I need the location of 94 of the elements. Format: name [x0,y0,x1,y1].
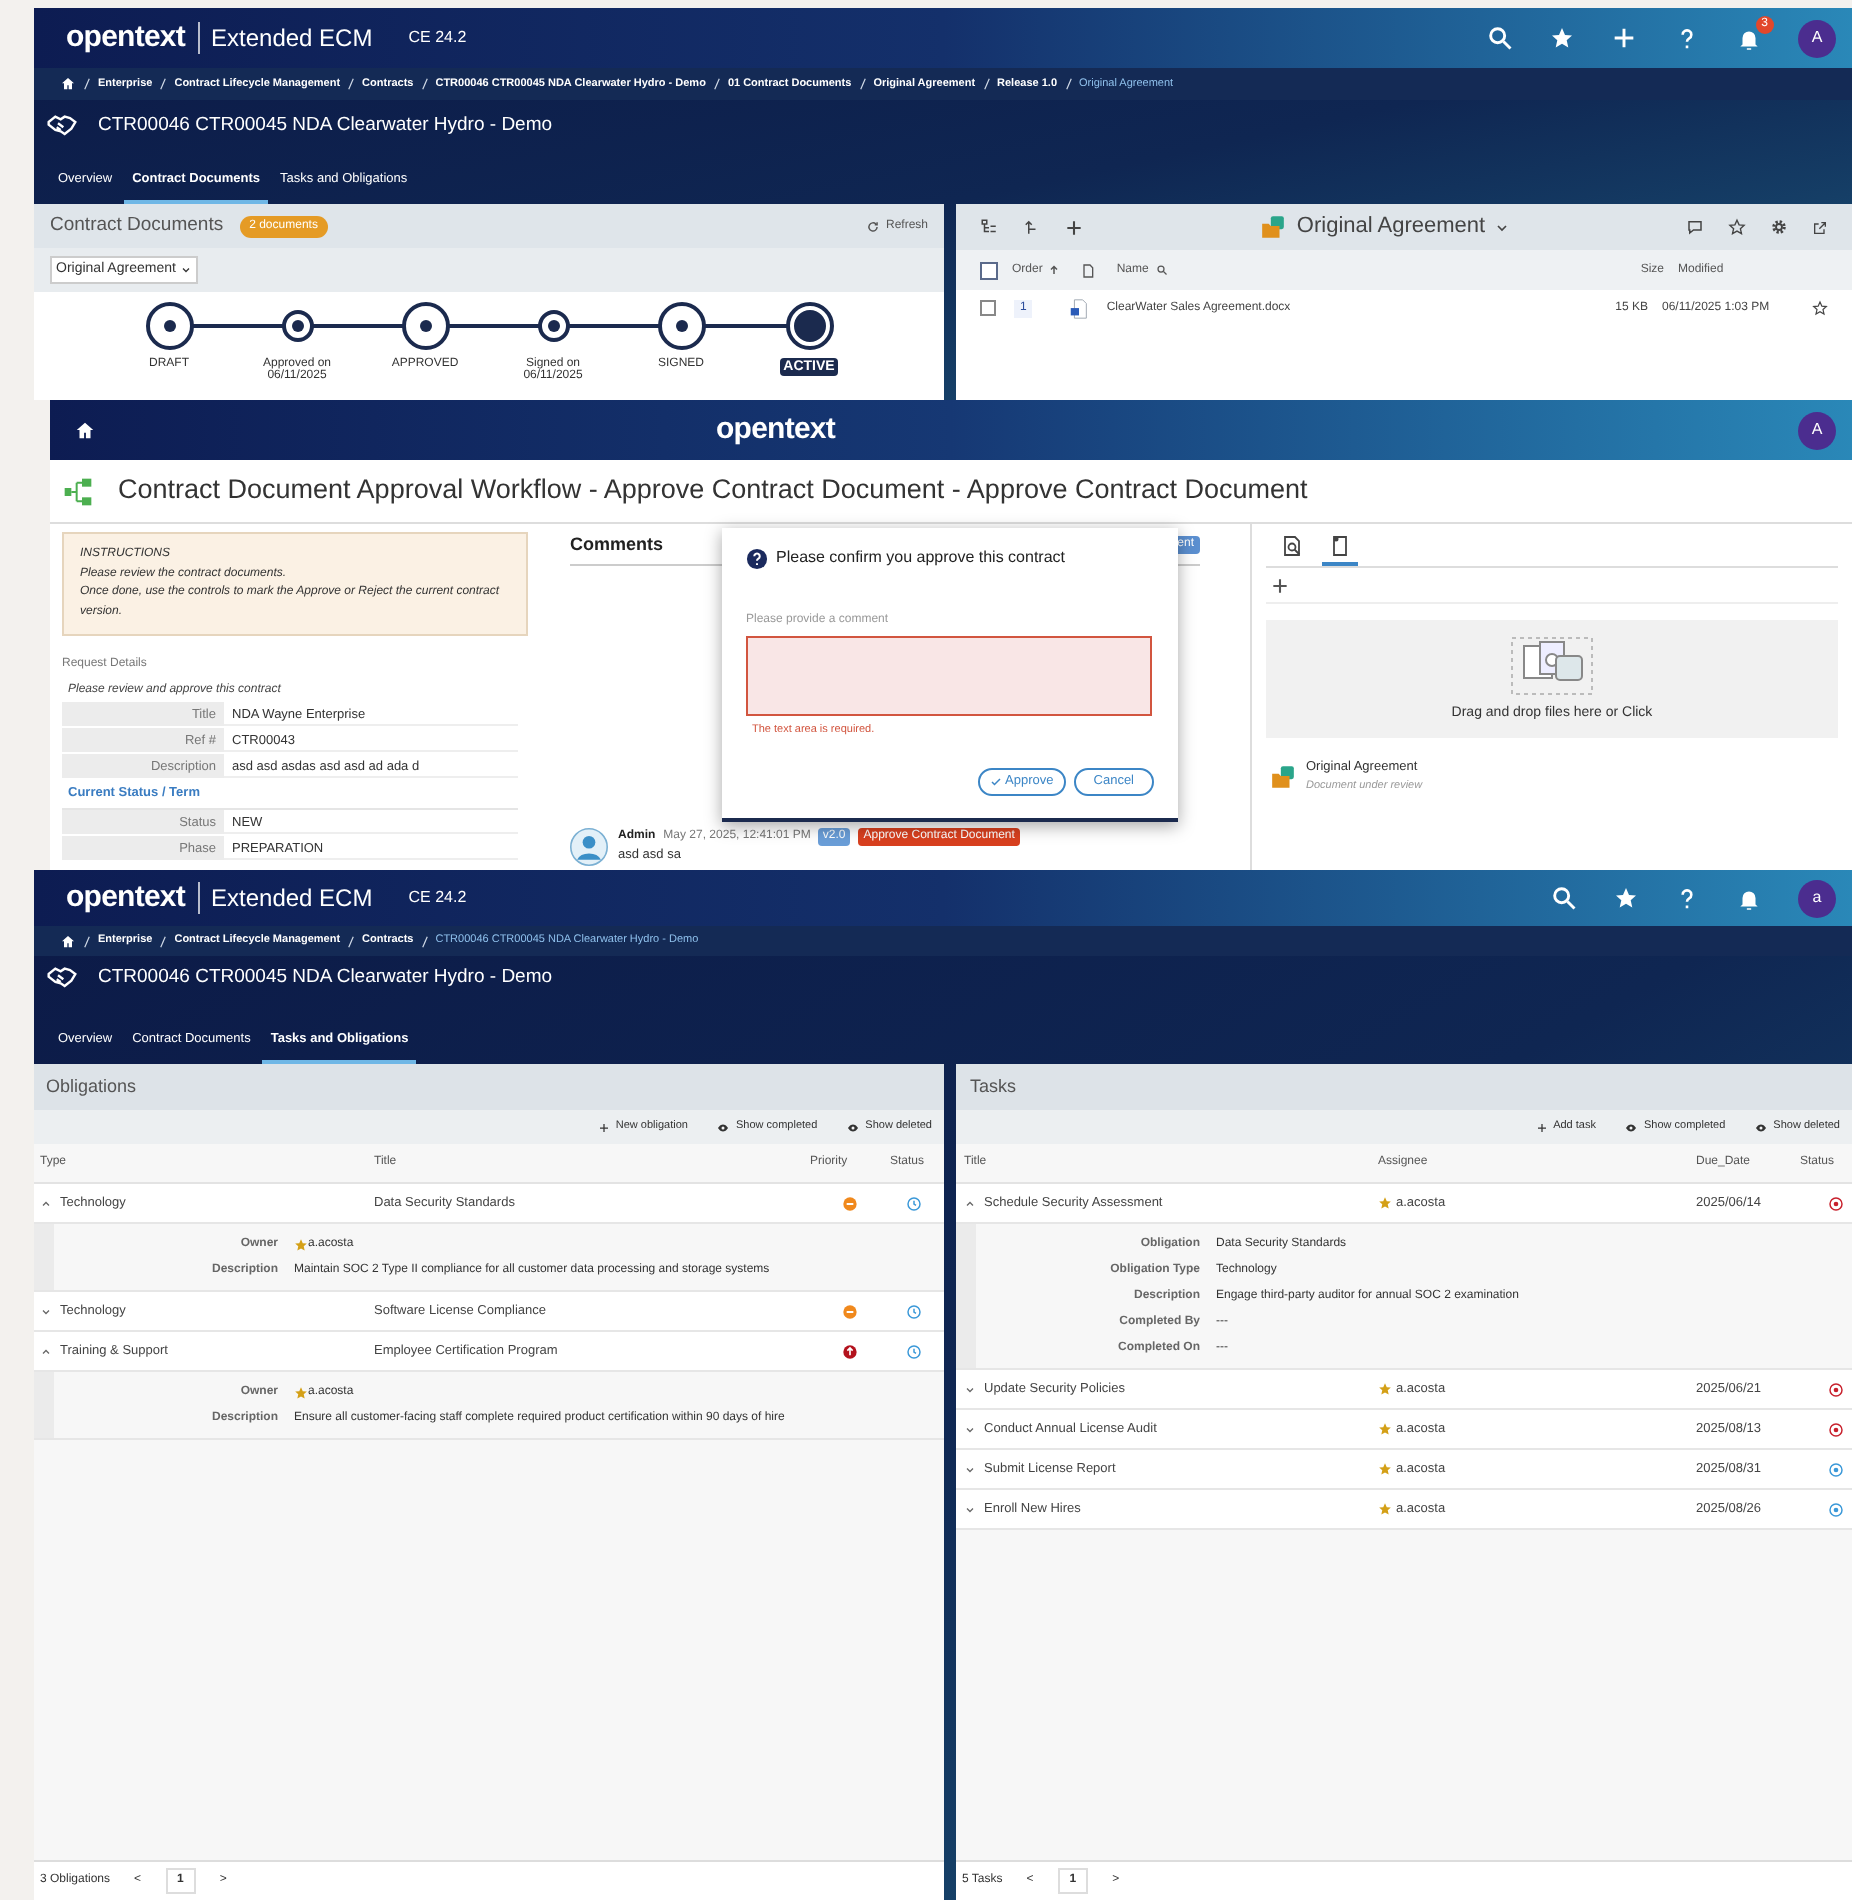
add-icon[interactable] [1270,575,1290,595]
eye-icon [1753,1121,1768,1133]
home-icon[interactable] [60,933,76,949]
panel-title: Contract Documents [50,211,224,240]
star-icon [1378,1422,1392,1436]
slash-separator-icon [348,78,355,90]
expand-icon[interactable] [964,1463,976,1475]
slash-separator-icon [859,78,866,90]
home-icon[interactable] [74,419,96,441]
select-all-checkbox[interactable] [980,261,998,279]
up-level-icon[interactable] [1022,218,1040,236]
favorite-icon[interactable] [1812,300,1828,316]
file-upload-drawing [1508,633,1596,698]
collapse-icon[interactable] [964,1197,976,1209]
eye-icon [715,1121,730,1133]
user-avatar-icon [570,828,608,866]
star-icon [1378,1462,1392,1476]
caret-icon[interactable] [1493,219,1510,235]
user-avatar[interactable]: a [1798,879,1836,917]
slash-separator-icon [983,78,990,90]
home-icon[interactable] [60,76,76,92]
search-icon[interactable] [1550,884,1578,912]
user-avatar[interactable]: A [1798,19,1836,57]
notifications-icon[interactable] [1736,25,1762,51]
folder-icon [1270,763,1296,789]
slash-separator-icon [421,935,428,947]
slash-separator-icon [84,78,90,90]
folder-title: Original Agreement [1296,212,1486,243]
user-avatar[interactable]: A [1798,411,1836,449]
opentext-logo: opentext [66,877,186,918]
product-name: Extended ECM [211,882,373,916]
star-icon [1378,1502,1392,1516]
notifications-icon[interactable] [1736,885,1762,911]
caret-icon [179,264,192,276]
clock-status-icon [906,1303,922,1319]
preview-icon [1280,534,1304,558]
document-tab[interactable] [1322,534,1358,566]
record-title: CTR00046 CTR00045 NDA Clearwater Hydro - Demo [98,963,553,992]
product-name: Extended ECM [211,22,373,56]
add-icon[interactable] [1064,217,1084,237]
slash-separator-icon [421,78,428,90]
expand-icon[interactable] [964,1503,976,1515]
record-title: CTR00046 CTR00045 NDA Clearwater Hydro - Demo [98,111,553,140]
eye-icon [1623,1121,1638,1133]
document-type-icon [1080,261,1097,279]
sort-ascending-icon [1048,264,1061,276]
slash-separator-icon [713,78,720,90]
slash-separator-icon [160,78,167,90]
collapse-icon[interactable] [40,1345,52,1357]
tree-view-icon[interactable] [980,218,998,236]
expand-icon[interactable] [40,1305,52,1317]
opentext-logo: opentext [716,409,836,450]
slash-separator-icon [160,935,167,947]
star-icon [1378,1382,1392,1396]
check-icon [989,776,1002,789]
star-icon[interactable] [1614,886,1638,910]
clock-status-icon [906,1343,922,1359]
open-external-icon[interactable] [1812,219,1829,235]
word-document-icon [1068,297,1091,319]
comment-field[interactable] [746,636,1152,716]
panel-title: Obligations [46,1073,137,1100]
workflow-icon [62,475,94,507]
star-icon[interactable] [1550,26,1574,50]
comments-icon[interactable] [1686,218,1705,236]
document-icon [1328,534,1352,558]
version-label: CE 24.2 [408,26,467,50]
version-label: CE 24.2 [408,886,467,910]
star-icon [294,1385,308,1399]
slash-separator-icon [84,935,90,947]
slash-separator-icon [1065,78,1071,90]
refresh-icon [865,219,880,233]
collapse-icon[interactable] [40,1197,52,1209]
slash-separator-icon [348,935,355,947]
opentext-logo: opentext [66,17,186,58]
folder-icon [1260,214,1287,240]
favorite-icon[interactable] [1728,218,1747,236]
star-icon [1378,1196,1392,1210]
question-icon [746,547,768,569]
star-icon [294,1237,308,1251]
plus-icon [1535,1121,1548,1133]
search-icon[interactable] [1156,264,1169,276]
eye-icon [845,1121,860,1133]
settings-icon[interactable] [1770,218,1789,236]
clock-status-icon [906,1195,922,1211]
plus-icon[interactable] [1610,24,1638,52]
expand-icon[interactable] [964,1423,976,1435]
panel-title: Tasks [970,1073,1017,1100]
dialog-title: Please confirm you approve this contract [776,546,1066,570]
search-icon[interactable] [1486,24,1514,52]
comments-heading: Comments [570,532,664,558]
expand-icon[interactable] [964,1383,976,1395]
workflow-title: Contract Document Approval Workflow - Approve Contract Document - Approve Contract Document [118,472,1308,509]
plus-icon [597,1121,610,1133]
row-checkbox[interactable] [980,300,996,316]
